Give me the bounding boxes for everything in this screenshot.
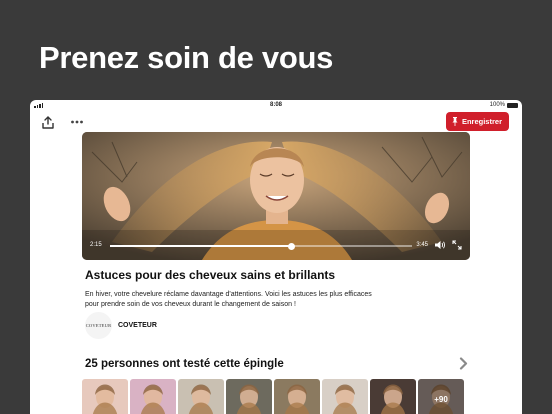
current-time: 2:15 (90, 242, 102, 248)
more-tries-count: +90 (418, 379, 464, 414)
tried-thumbnails: +90 (82, 379, 464, 414)
status-bar: 8:08 100% (30, 100, 522, 112)
tried-thumbnail[interactable] (274, 379, 320, 414)
video-progress-bar[interactable] (110, 242, 412, 250)
battery-icon (507, 103, 518, 108)
creator-name[interactable]: COVETEUR (118, 322, 157, 329)
fullscreen-icon[interactable] (452, 240, 462, 250)
pin-description: En hiver, votre chevelure réclame davant… (85, 291, 372, 308)
video-player[interactable]: 2:15 3:45 (82, 132, 470, 260)
battery-percentage: 100% (489, 102, 505, 108)
total-time: 3:45 (416, 242, 428, 248)
creator-info[interactable]: COVETEUR COVETEUR (85, 312, 157, 339)
pin-icon (452, 117, 458, 126)
share-icon[interactable] (42, 116, 54, 129)
tried-thumbnail[interactable]: +90 (418, 379, 464, 414)
video-progress-handle[interactable] (287, 242, 295, 250)
status-time: 8:08 (269, 102, 282, 108)
page-headline: Prenez soin de vous (39, 40, 334, 75)
tried-thumbnail[interactable] (82, 379, 128, 414)
more-options-icon[interactable] (70, 117, 84, 127)
tried-thumbnail[interactable] (178, 379, 224, 414)
pin-title: Astuces pour des cheveux sains et brilla… (85, 268, 336, 282)
tried-thumbnail[interactable] (370, 379, 416, 414)
volume-icon[interactable] (435, 240, 446, 250)
video-progress-fill (110, 245, 292, 247)
chevron-right-icon[interactable] (459, 357, 468, 370)
save-button[interactable]: Enregistrer (445, 112, 509, 131)
tried-section-heading: 25 personnes ont testé cette épingle (85, 358, 284, 370)
tried-thumbnail[interactable] (322, 379, 368, 414)
tablet-screen: 8:08 100% Enregistrer 2:15 3:45 Astuces … (30, 100, 522, 414)
tried-thumbnail[interactable] (226, 379, 272, 414)
save-button-label: Enregistrer (461, 117, 502, 126)
video-frame (82, 132, 470, 260)
tried-thumbnail[interactable] (130, 379, 176, 414)
creator-avatar[interactable]: COVETEUR (85, 312, 112, 339)
